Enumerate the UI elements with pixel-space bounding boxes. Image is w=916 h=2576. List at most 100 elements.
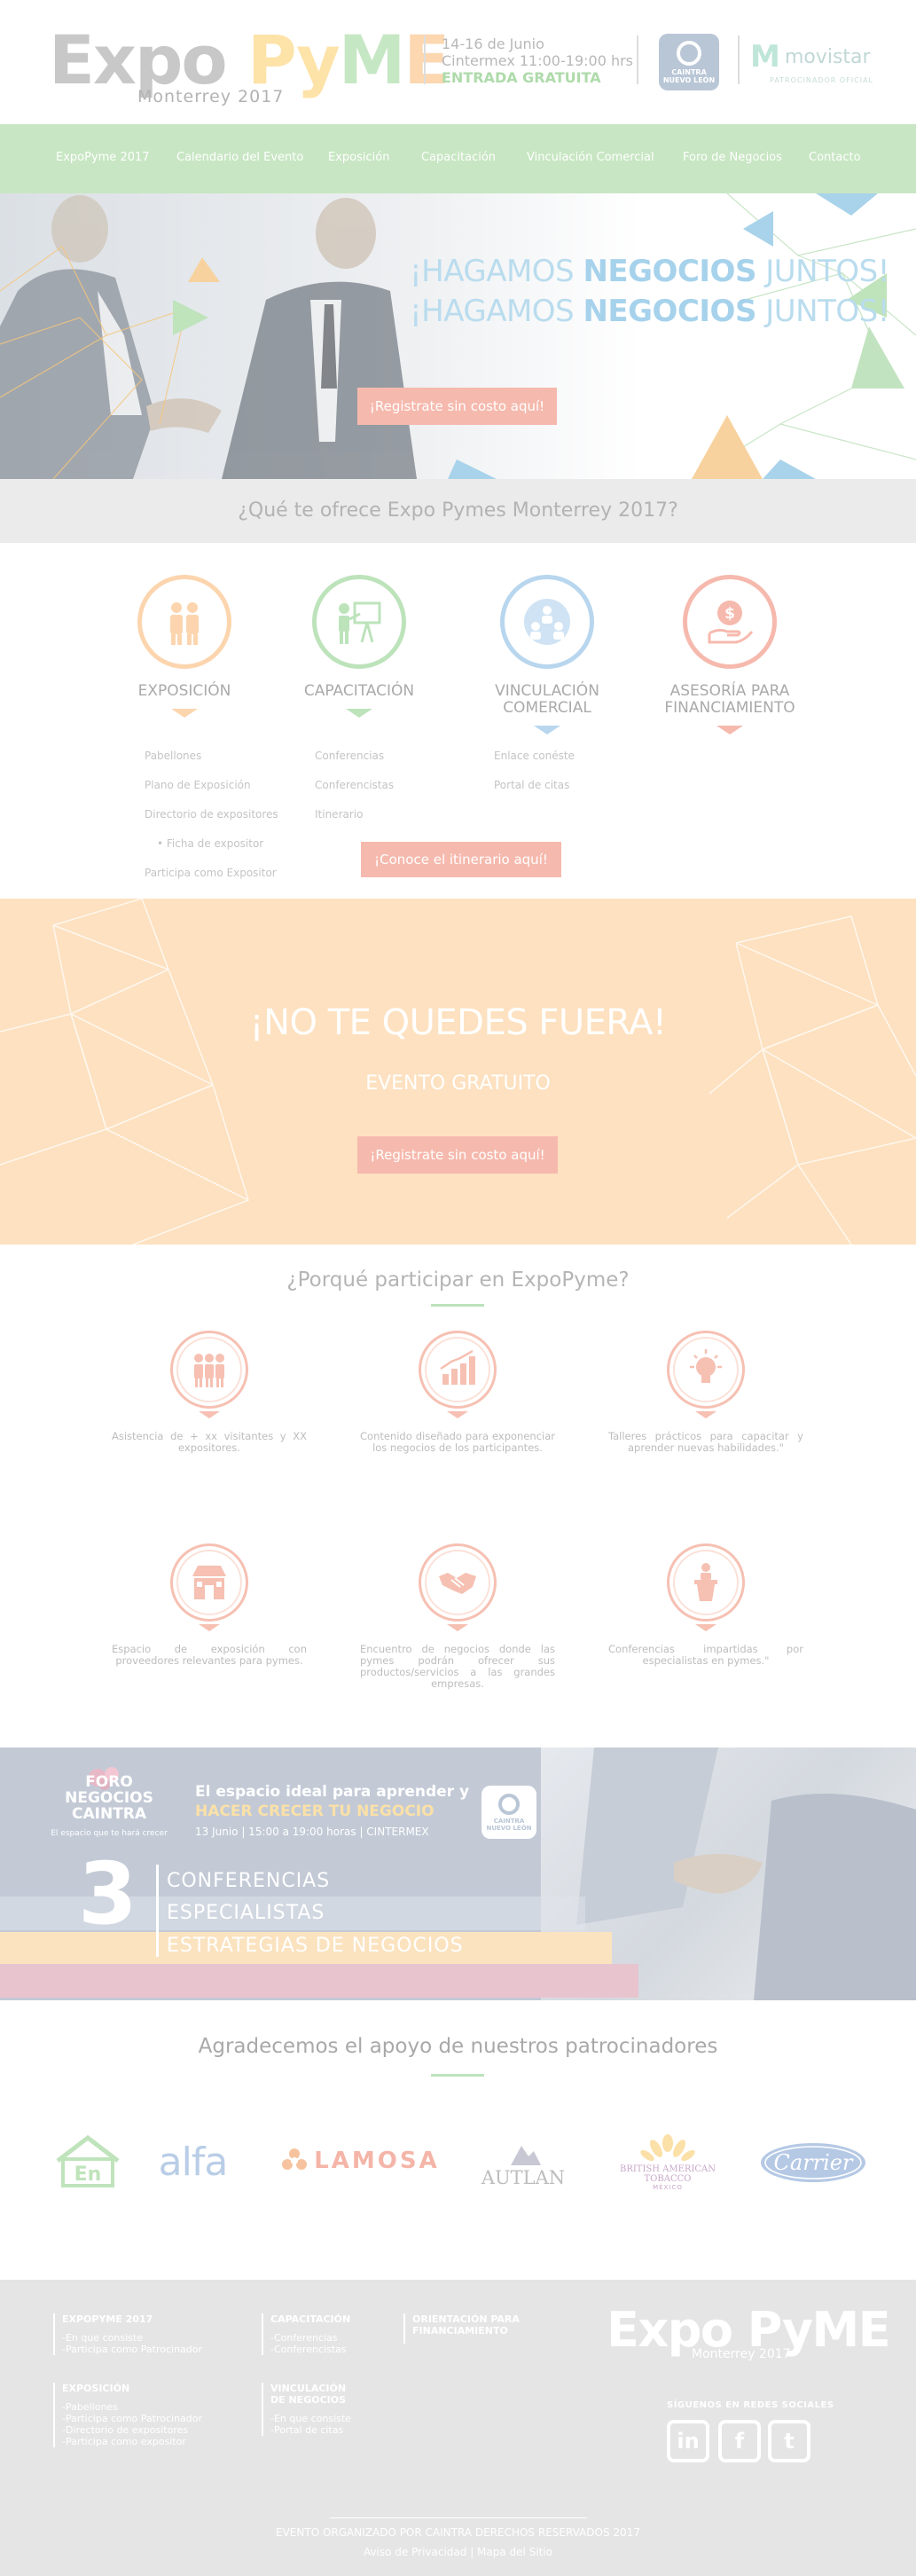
nav-item-exposicion[interactable]: Exposición	[328, 151, 389, 164]
footer-heading[interactable]: EXPOPYME 2017	[62, 2313, 202, 2325]
cta-register-button[interactable]: ¡Registrate sin costo aquí!	[357, 1136, 558, 1174]
logo-subtitle: Monterrey 2017	[137, 87, 285, 106]
footer-link[interactable]: -Pabellones	[62, 2401, 202, 2413]
sponsors-title: Agradecemos el apoyo de nuestros patroci…	[198, 2035, 718, 2058]
footer-logo-subtitle: Monterrey 2017	[692, 2347, 791, 2361]
sponsor-logo-lamosa[interactable]: LAMOSA	[280, 2145, 440, 2177]
why-item-exhibition: Espacio de exposición con proveedores re…	[112, 1543, 307, 1667]
nav-item-expopyme[interactable]: ExpoPyme 2017	[56, 151, 150, 164]
offer-section-header: ¿Qué te ofrece Expo Pymes Monterrey 2017…	[0, 479, 916, 543]
bat-wheat-icon	[640, 2134, 695, 2162]
footer-col-capacitacion: CAPACITACIÓN -Conferencias -Conferencist…	[262, 2313, 350, 2355]
down-arrow-icon	[447, 1624, 468, 1631]
sponsor-logo-bat[interactable]: BRITISH AMERICAN TOBACCO MÉXICO	[610, 2127, 725, 2198]
link-itinerario[interactable]: Itinerario	[315, 800, 394, 829]
linkedin-icon[interactable]: in	[667, 2420, 709, 2462]
why-text: Encuentro de negocios donde las pymes po…	[360, 1643, 555, 1690]
footer-link[interactable]: -Conferencias	[270, 2332, 350, 2344]
exposicion-circle[interactable]	[137, 575, 231, 669]
caintra-logo: CAINTRA NUEVO LEÓN	[659, 34, 719, 90]
down-arrow-icon	[695, 1411, 716, 1418]
hero-register-button[interactable]: ¡Registrate sin costo aquí!	[357, 388, 557, 425]
link-plano-exposicion[interactable]: Plano de Exposición	[145, 771, 278, 800]
footer-link[interactable]: -Participa como Patrocinador	[62, 2413, 202, 2424]
footer-link[interactable]: -Participa como expositor	[62, 2436, 202, 2447]
header-divider	[738, 35, 740, 84]
sponsor-logo-en[interactable]: En	[51, 2133, 124, 2190]
foro-number: 3	[78, 1844, 137, 1944]
autlan-mountain-icon	[511, 2146, 541, 2165]
why-item-visitors: Asistencia de + xx visitantes y XX expos…	[112, 1331, 307, 1454]
foro-date: 13 Junio | 15:00 a 19:00 horas | CINTERM…	[195, 1826, 429, 1838]
asesoria-circle[interactable]: $	[683, 575, 777, 669]
handshake-icon	[419, 1543, 497, 1622]
footer-heading[interactable]: ORIENTACIÓN PARA FINANCIAMIENTO	[412, 2313, 520, 2336]
foro-highlight: HACER CRECER TU NEGOCIO	[195, 1802, 435, 1820]
band-pink	[0, 1964, 638, 1998]
event-dates: 14-16 de Junio	[442, 35, 544, 52]
footer-link[interactable]: -En que consiste	[62, 2332, 202, 2344]
foro-list-item: CONFERENCIAS	[167, 1870, 331, 1892]
expopyme-logo[interactable]: Expo PyME Monterrey 2017	[49, 20, 450, 107]
link-portal-citas[interactable]: Portal de citas	[494, 771, 575, 800]
foro-negocios-banner[interactable]: FORO NEGOCIOS CAINTRA El espacio que te h…	[0, 1747, 916, 2000]
sponsor-logo-autlan[interactable]: AUTLAN	[477, 2140, 569, 2191]
link-participa-expositor[interactable]: Participa como Expositor	[145, 859, 278, 888]
link-conferencistas[interactable]: Conferencistas	[315, 771, 394, 800]
twitter-icon[interactable]: t	[768, 2420, 810, 2462]
vinculacion-circle[interactable]	[500, 575, 594, 669]
nav-item-calendario[interactable]: Calendario del Evento	[176, 151, 303, 164]
footer-link[interactable]: -En que consiste	[270, 2413, 351, 2424]
people-standing-icon	[170, 602, 199, 645]
why-title: ¿Porqué participar en ExpoPyme?	[286, 1268, 630, 1292]
vinculacion-links: Enlace conéste Portal de citas	[494, 742, 575, 800]
down-arrow-icon	[199, 1624, 220, 1631]
nav-item-vinculacion[interactable]: Vinculación Comercial	[527, 151, 654, 164]
footer-heading[interactable]: CAPACITACIÓN	[270, 2313, 350, 2325]
facebook-icon[interactable]: f	[718, 2420, 761, 2462]
link-conferencias[interactable]: Conferencias	[315, 742, 394, 771]
cta-subtitle: EVENTO GRATUITO	[365, 1072, 551, 1095]
why-item-conferences: Conferencias impartidas por especialista…	[608, 1543, 803, 1667]
money-hand-icon: $	[708, 601, 754, 644]
offer-col-vinculacion: VINCULACIÓN COMERCIAL	[476, 575, 618, 734]
link-directorio-expositores[interactable]: Directorio de expositores	[145, 800, 278, 829]
foro-list-item: ESPECIALISTAS	[167, 1902, 325, 1924]
link-pabellones[interactable]: Pabellones	[145, 742, 278, 771]
presentation-board-icon	[339, 601, 381, 644]
link-ficha-expositor[interactable]: • Ficha de expositor	[145, 829, 278, 859]
logo-wordmark: Expo PyME	[49, 20, 450, 99]
footer-link[interactable]: -Participa como Patrocinador	[62, 2344, 202, 2355]
free-entry-label: ENTRADA GRATUITA	[442, 69, 601, 86]
offer-title-vinculacion: VINCULACIÓN COMERCIAL	[495, 682, 599, 717]
itinerary-button[interactable]: ¡Conoce el itinerario aquí!	[361, 842, 561, 877]
sponsor-logo-carrier[interactable]: Carrier	[759, 2140, 867, 2186]
why-item-workshops: Talleres prácticos para capacitar y apre…	[608, 1331, 803, 1454]
store-icon	[170, 1543, 248, 1622]
down-arrow-icon	[447, 1411, 468, 1418]
podium-icon	[667, 1543, 745, 1622]
network-people-icon	[524, 599, 570, 645]
footer-heading[interactable]: EXPOSICIÓN	[62, 2383, 202, 2394]
nav-item-foro[interactable]: Foro de Negocios	[683, 151, 782, 164]
offer-col-asesoria: $ ASESORÍA PARA FINANCIAMIENTO	[659, 575, 801, 734]
link-enlace[interactable]: Enlace conéste	[494, 742, 575, 771]
footer-link[interactable]: -Portal de citas	[270, 2424, 351, 2436]
footer-link[interactable]: -Conferencistas	[270, 2344, 350, 2355]
main-nav: ExpoPyme 2017 Calendario del Evento Expo…	[0, 124, 916, 193]
sponsor-logo-alfa[interactable]: alfa	[151, 2140, 235, 2185]
cta-title: ¡NO TE QUEDES FUERA!	[249, 1002, 667, 1043]
footer-link[interactable]: -Directorio de expositores	[62, 2424, 202, 2436]
hero-headline-2: ¡HAGAMOS NEGOCIOS JUNTOS!	[410, 294, 889, 329]
header-divider	[424, 35, 426, 84]
nav-item-contacto[interactable]: Contacto	[809, 151, 861, 164]
down-arrow-icon	[695, 1624, 716, 1631]
capacitacion-links: Conferencias Conferencistas Itinerario	[315, 742, 394, 829]
footer-legal-links[interactable]: Aviso de Privacidad | Mapa del Sitio	[0, 2546, 916, 2558]
why-text: Asistencia de + xx visitantes y XX expos…	[112, 1430, 307, 1454]
down-arrow-icon	[534, 726, 560, 734]
footer-heading[interactable]: VINCULACIÓN DE NEGOCIOS	[270, 2383, 351, 2406]
nav-item-capacitacion[interactable]: Capacitación	[421, 151, 496, 164]
capacitacion-circle[interactable]	[312, 575, 406, 669]
footer-copyright: EVENTO ORGANIZADO POR CAINTRA DERECHOS R…	[276, 2526, 640, 2539]
